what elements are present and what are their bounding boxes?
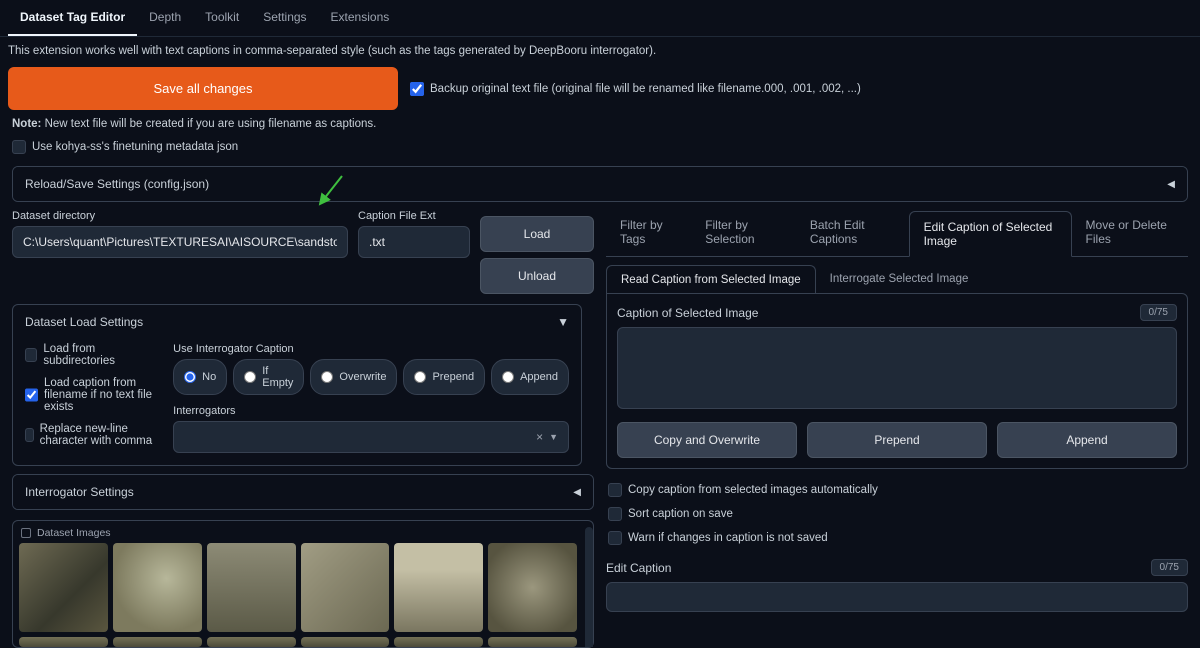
left-pane: Dataset directory Caption File Ext Load …: [0, 210, 594, 648]
gallery-expand-icon[interactable]: [21, 528, 31, 538]
tab-depth[interactable]: Depth: [137, 0, 193, 36]
note-row: Note: New text file will be created if y…: [0, 118, 1200, 140]
right-sub-tabs: Filter by Tags Filter by Selection Batch…: [606, 210, 1188, 257]
gallery-thumb[interactable]: [301, 543, 390, 632]
tab-filter-by-tags[interactable]: Filter by Tags: [606, 210, 691, 256]
gallery-thumb[interactable]: [488, 637, 577, 647]
edit-caption-counter: 0/75: [1151, 559, 1188, 576]
gallery-header[interactable]: Dataset Images: [19, 527, 587, 543]
tab-edit-caption[interactable]: Edit Caption of Selected Image: [909, 211, 1072, 257]
replace-newline-checkbox[interactable]: Replace new-line character with comma: [25, 423, 153, 447]
right-pane: Filter by Tags Filter by Selection Batch…: [606, 210, 1200, 648]
dls-header[interactable]: Dataset Load Settings ▼: [13, 305, 581, 339]
caption-textarea[interactable]: [617, 327, 1177, 409]
edit-caption-textarea[interactable]: [606, 582, 1188, 612]
interrogator-radio-group: No If Empty Overwrite Prepend Append: [173, 359, 569, 395]
copy-overwrite-button[interactable]: Copy and Overwrite: [617, 422, 797, 458]
sort-on-save-checkbox[interactable]: Sort caption on save: [608, 507, 1188, 521]
radio-no[interactable]: No: [173, 359, 227, 395]
interrogators-select[interactable]: × ▼: [173, 421, 569, 453]
gallery-thumb[interactable]: [301, 637, 390, 647]
tab-move-delete[interactable]: Move or Delete Files: [1072, 210, 1188, 256]
warn-unsaved-checkbox[interactable]: Warn if changes in caption is not saved: [608, 531, 1188, 545]
kohya-checkbox-input[interactable]: [12, 140, 26, 154]
top-tabs: Dataset Tag Editor Depth Toolkit Setting…: [0, 0, 1200, 37]
gallery-thumb[interactable]: [207, 543, 296, 632]
caption-section: Caption of Selected Image 0/75 Copy and …: [606, 293, 1188, 469]
tab-interrogate-image[interactable]: Interrogate Selected Image: [816, 265, 983, 294]
note-prefix: Note:: [12, 118, 41, 130]
gallery-thumb[interactable]: [19, 543, 108, 632]
interrogator-settings-header[interactable]: Interrogator Settings ◀: [13, 475, 593, 509]
load-from-filename-checkbox[interactable]: Load caption from filename if no text fi…: [25, 377, 153, 413]
prepend-button[interactable]: Prepend: [807, 422, 987, 458]
save-all-changes-button[interactable]: Save all changes: [8, 67, 398, 110]
gallery-label: Dataset Images: [37, 527, 111, 539]
reload-save-accordion: Reload/Save Settings (config.json) ◀: [12, 166, 1188, 202]
tab-read-caption[interactable]: Read Caption from Selected Image: [606, 265, 816, 294]
kohya-checkbox-label: Use kohya-ss's finetuning metadata json: [32, 141, 238, 153]
radio-overwrite[interactable]: Overwrite: [310, 359, 397, 395]
dataset-dir-label: Dataset directory: [12, 210, 348, 222]
reload-save-title: Reload/Save Settings (config.json): [25, 177, 209, 191]
gallery-thumb[interactable]: [394, 637, 483, 647]
reload-save-header[interactable]: Reload/Save Settings (config.json) ◀: [13, 167, 1187, 201]
caption-ext-input[interactable]: [358, 226, 470, 258]
radio-prepend[interactable]: Prepend: [403, 359, 485, 395]
clear-icon[interactable]: ×: [536, 430, 543, 444]
caption-ext-label: Caption File Ext: [358, 210, 470, 222]
kohya-checkbox[interactable]: Use kohya-ss's finetuning metadata json: [12, 140, 1188, 154]
chevron-left-icon: ◀: [573, 487, 581, 498]
note-text: New text file will be created if you are…: [41, 118, 376, 130]
edit-caption-label: Edit Caption: [606, 561, 671, 575]
dataset-directory-input[interactable]: [12, 226, 348, 258]
interrogators-label: Interrogators: [173, 405, 569, 417]
backup-checkbox-input[interactable]: [410, 82, 424, 96]
inner-tabs: Read Caption from Selected Image Interro…: [606, 265, 1188, 294]
tab-settings[interactable]: Settings: [251, 0, 318, 36]
gallery-thumb[interactable]: [113, 543, 202, 632]
chevron-down-icon: ▼: [557, 315, 569, 329]
copy-auto-checkbox[interactable]: Copy caption from selected images automa…: [608, 483, 1188, 497]
interrogator-settings-accordion: Interrogator Settings ◀: [12, 474, 594, 510]
gallery-thumb[interactable]: [394, 543, 483, 632]
backup-checkbox[interactable]: Backup original text file (original file…: [410, 82, 861, 96]
caption-options: Copy caption from selected images automa…: [606, 483, 1188, 545]
gallery-thumb[interactable]: [19, 637, 108, 647]
backup-checkbox-label: Backup original text file (original file…: [430, 83, 861, 95]
gallery-scrollbar[interactable]: [585, 527, 593, 647]
chevron-left-icon: ◀: [1167, 179, 1175, 190]
caption-counter: 0/75: [1140, 304, 1177, 321]
intro-text: This extension works well with text capt…: [0, 37, 1200, 63]
dataset-load-settings: Dataset Load Settings ▼ Load from subdir…: [12, 304, 582, 466]
dls-title: Dataset Load Settings: [25, 315, 143, 329]
tab-toolkit[interactable]: Toolkit: [193, 0, 251, 36]
load-subdirs-checkbox[interactable]: Load from subdirectories: [25, 343, 153, 367]
tab-batch-edit[interactable]: Batch Edit Captions: [796, 210, 909, 256]
dataset-images-gallery: Dataset Images: [12, 520, 594, 648]
tab-filter-by-selection[interactable]: Filter by Selection: [691, 210, 796, 256]
tab-extensions[interactable]: Extensions: [319, 0, 402, 36]
chevron-down-icon[interactable]: ▼: [549, 432, 558, 442]
use-interrogator-label: Use Interrogator Caption: [173, 343, 569, 355]
tab-dataset-tag-editor[interactable]: Dataset Tag Editor: [8, 0, 137, 36]
append-button[interactable]: Append: [997, 422, 1177, 458]
unload-button[interactable]: Unload: [480, 258, 594, 294]
caption-of-selected-label: Caption of Selected Image: [617, 306, 758, 320]
radio-if-empty[interactable]: If Empty: [233, 359, 304, 395]
interrogator-settings-title: Interrogator Settings: [25, 485, 134, 499]
gallery-thumb[interactable]: [488, 543, 577, 632]
load-button[interactable]: Load: [480, 216, 594, 252]
radio-append[interactable]: Append: [491, 359, 569, 395]
gallery-thumb[interactable]: [207, 637, 296, 647]
gallery-thumb[interactable]: [113, 637, 202, 647]
